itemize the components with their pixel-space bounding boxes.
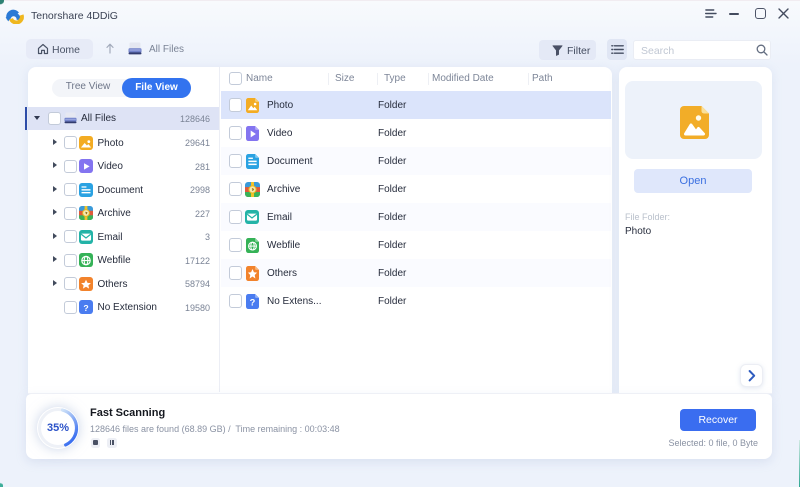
svg-text:?: ? — [249, 297, 255, 307]
svg-text:?: ? — [83, 303, 88, 313]
